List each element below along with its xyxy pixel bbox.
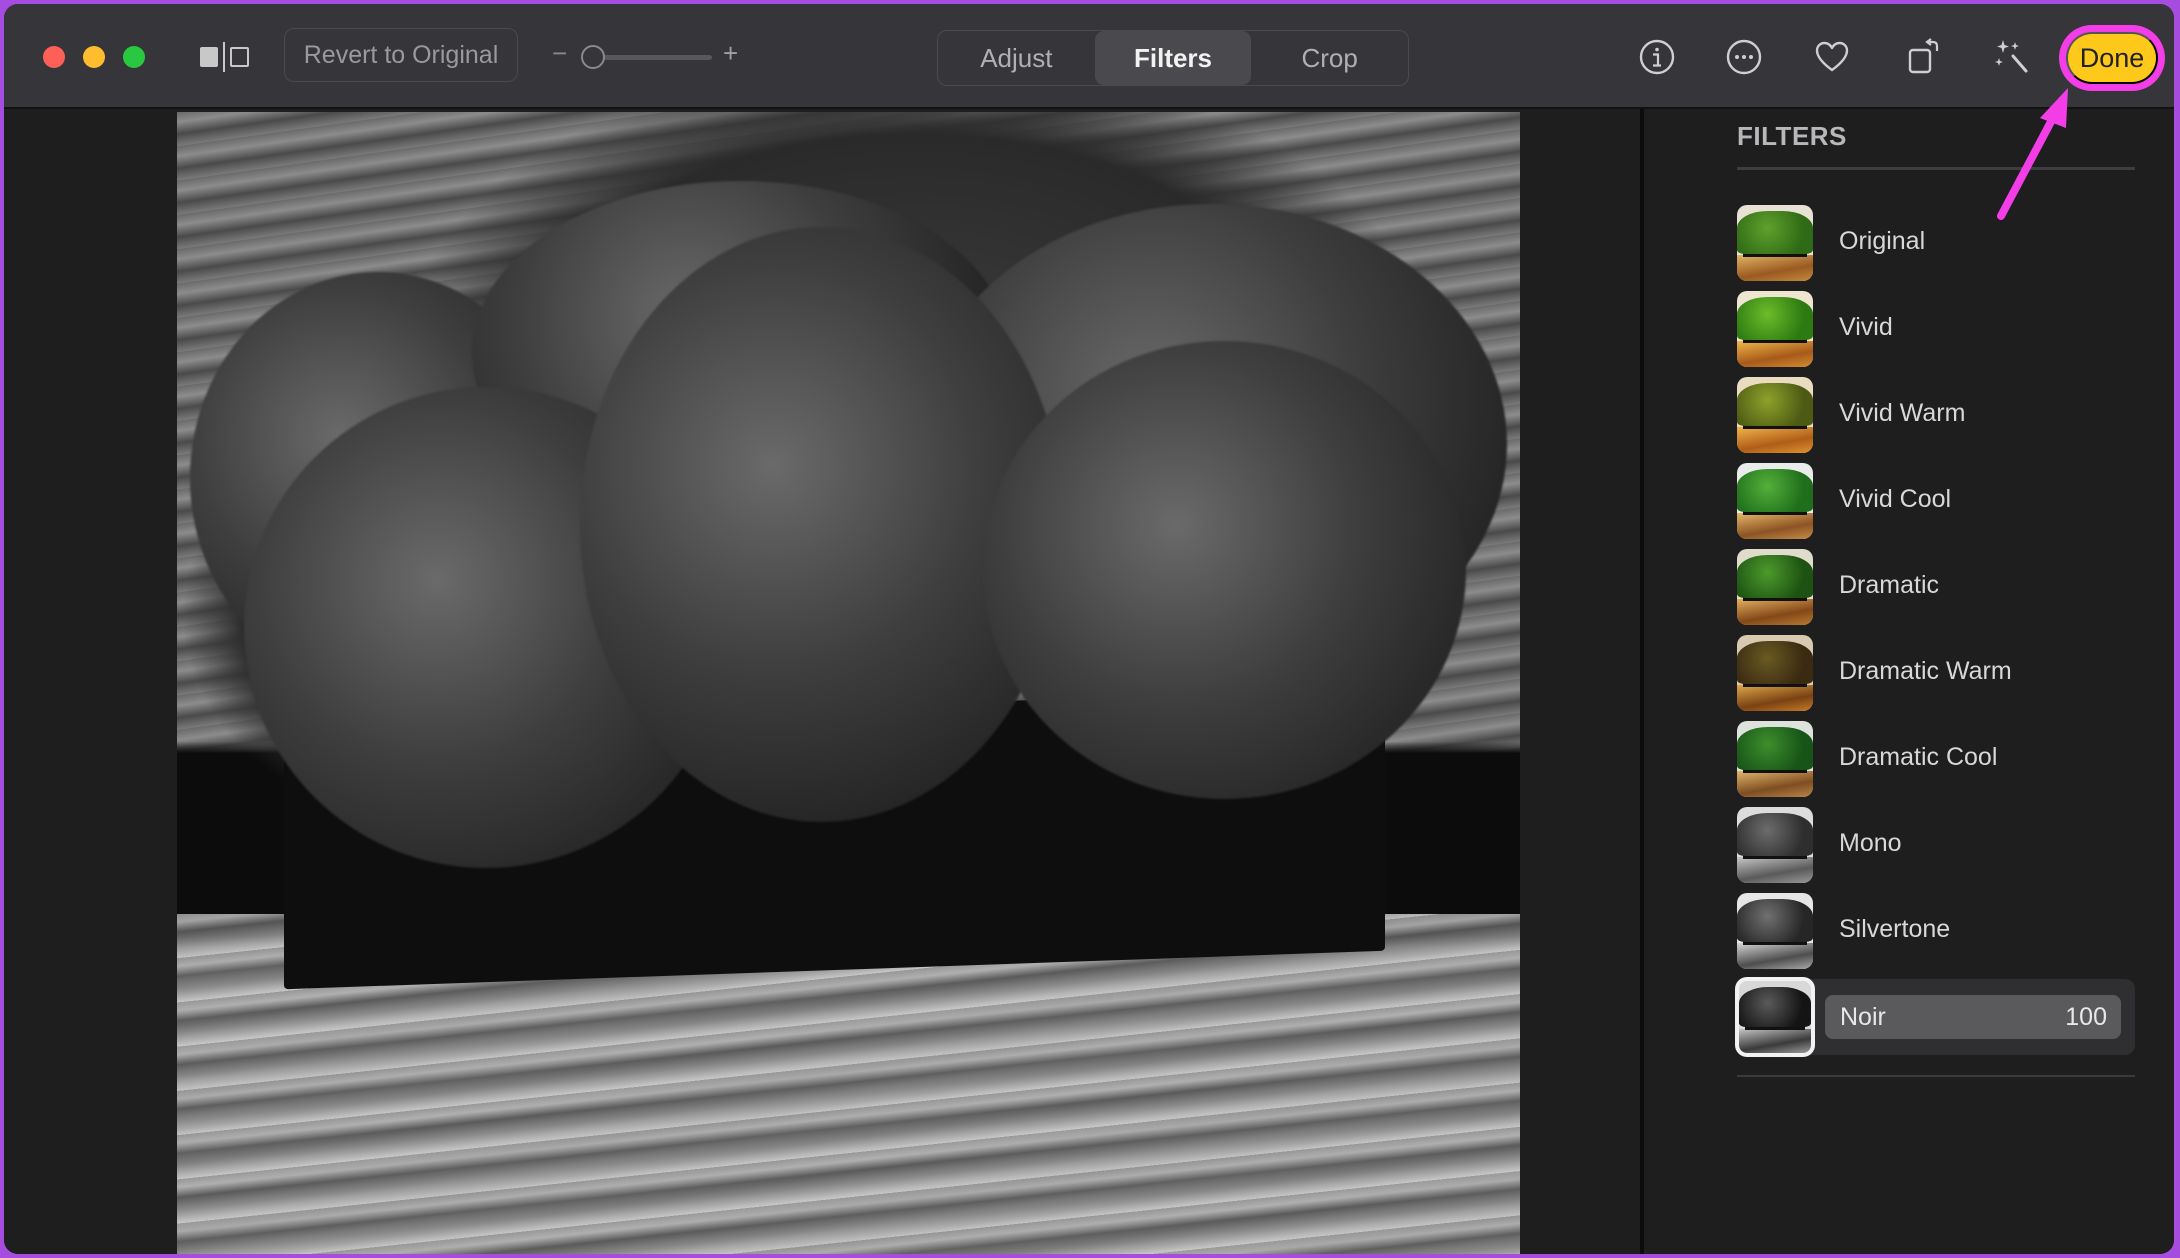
filter-thumbnail[interactable]	[1737, 205, 1813, 281]
filters-panel: FILTERS Original Vivid Vivid Warm Vivid Coo…	[1644, 109, 2174, 1254]
rotate-icon[interactable]	[1904, 37, 1944, 77]
auto-enhance-wand-icon[interactable]	[1992, 37, 2032, 77]
compare-before-icon	[200, 47, 218, 67]
filter-thumbnail[interactable]	[1737, 549, 1813, 625]
thumbnail-foliage	[1737, 297, 1813, 340]
photo-canvas	[4, 109, 1640, 1254]
filter-label: Dramatic Warm	[1839, 657, 2012, 685]
filter-item-dramatic-warm[interactable]: Dramatic Warm	[1737, 635, 2135, 711]
fullscreen-window-button[interactable]	[123, 46, 145, 68]
filter-item-vivid[interactable]: Vivid	[1737, 291, 2135, 367]
thumbnail-wood	[1737, 599, 1813, 625]
thumbnail-foliage	[1737, 555, 1813, 598]
panel-divider-line	[1737, 167, 2135, 170]
filter-item-vivid-warm[interactable]: Vivid Warm	[1737, 377, 2135, 453]
zoom-in-icon[interactable]: +	[723, 38, 738, 69]
filter-item-silvertone[interactable]: Silvertone	[1737, 893, 2135, 969]
thumbnail-foliage	[1737, 727, 1813, 770]
tab-filters[interactable]: Filters	[1094, 31, 1252, 85]
filter-label: Mono	[1839, 829, 1902, 857]
filter-label: Vivid Cool	[1839, 485, 1952, 513]
filter-label: Noir	[1840, 1003, 1886, 1031]
thumbnail-wood	[1737, 771, 1813, 797]
minimize-window-button[interactable]	[83, 46, 105, 68]
filter-item-vivid-cool[interactable]: Vivid Cool	[1737, 463, 2135, 539]
edited-photo[interactable]	[177, 112, 1520, 1254]
thumbnail-foliage	[1739, 986, 1811, 1028]
filter-thumbnail[interactable]	[1739, 981, 1811, 1053]
thumbnail-wood	[1737, 513, 1813, 539]
thumbnail-foliage	[1737, 899, 1813, 942]
thumbnail-wood	[1737, 943, 1813, 969]
filter-label: Dramatic Cool	[1839, 743, 1998, 771]
filter-thumbnail[interactable]	[1737, 463, 1813, 539]
filter-thumbnail[interactable]	[1737, 807, 1813, 883]
filter-thumbnail[interactable]	[1737, 291, 1813, 367]
thumbnail-wood	[1737, 255, 1813, 281]
thumbnail-wood	[1737, 857, 1813, 883]
tab-crop[interactable]: Crop	[1251, 31, 1408, 85]
moss-cluster	[982, 341, 1467, 799]
filter-label: Silvertone	[1839, 915, 1951, 943]
thumbnail-foliage	[1737, 641, 1813, 684]
thumbnail-wood	[1737, 427, 1813, 453]
filter-intensity-value: 100	[2065, 1003, 2107, 1031]
zoom-slider-thumb[interactable]	[581, 45, 605, 69]
info-icon[interactable]	[1637, 37, 1677, 77]
compare-before-after-button[interactable]	[200, 42, 256, 72]
filter-thumbnail[interactable]	[1737, 721, 1813, 797]
tab-adjust[interactable]: Adjust	[938, 31, 1095, 85]
more-options-icon[interactable]	[1724, 37, 1764, 77]
filter-item-dramatic[interactable]: Dramatic	[1737, 549, 2135, 625]
filter-item-dramatic-cool[interactable]: Dramatic Cool	[1737, 721, 2135, 797]
toolbar: Revert to Original − + Adjust Filters Cr…	[4, 4, 2174, 109]
edit-mode-tabs: Adjust Filters Crop	[937, 30, 1409, 86]
close-window-button[interactable]	[43, 46, 65, 68]
photos-edit-window: Revert to Original − + Adjust Filters Cr…	[4, 4, 2174, 1254]
filter-thumbnail[interactable]	[1737, 893, 1813, 969]
filter-item-original[interactable]: Original	[1737, 205, 2135, 281]
compare-divider-icon	[223, 42, 225, 72]
zoom-out-icon[interactable]: −	[552, 38, 567, 69]
thumbnail-wood	[1737, 341, 1813, 367]
filter-label: Dramatic	[1839, 571, 1940, 599]
done-button[interactable]: Done	[2066, 32, 2158, 84]
compare-after-icon	[230, 47, 249, 67]
filter-item-noir[interactable]: Noir 100	[1737, 979, 2135, 1055]
filter-item-mono[interactable]: Mono	[1737, 807, 2135, 883]
thumbnail-wood	[1739, 1028, 1811, 1053]
panel-bottom-divider	[1737, 1075, 2135, 1077]
filter-thumbnail[interactable]	[1737, 635, 1813, 711]
filter-label: Original	[1839, 227, 1926, 255]
thumbnail-foliage	[1737, 211, 1813, 254]
panel-title: FILTERS	[1737, 121, 1847, 151]
filter-label: Vivid	[1839, 313, 1893, 341]
favorite-heart-icon[interactable]	[1812, 37, 1852, 77]
filter-thumbnail[interactable]	[1737, 377, 1813, 453]
thumbnail-foliage	[1737, 469, 1813, 512]
filter-label: Vivid Warm	[1839, 399, 1966, 427]
thumbnail-foliage	[1737, 813, 1813, 856]
zoom-slider-track[interactable]	[587, 55, 712, 60]
thumbnail-foliage	[1737, 383, 1813, 426]
thumbnail-wood	[1737, 685, 1813, 711]
revert-to-original-button[interactable]: Revert to Original	[284, 28, 518, 82]
filter-intensity-slider[interactable]: Noir 100	[1825, 995, 2121, 1039]
